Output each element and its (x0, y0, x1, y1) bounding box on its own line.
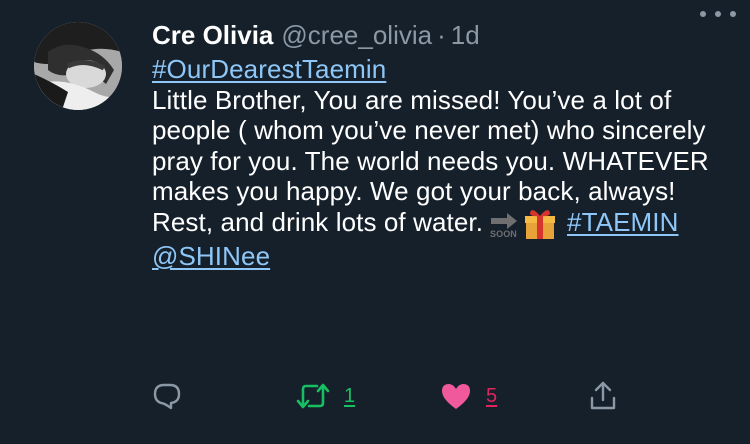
more-options-icon[interactable] (700, 4, 736, 24)
retweet-icon (296, 383, 330, 409)
share-icon (590, 381, 616, 410)
like-count[interactable]: 5 (486, 385, 497, 408)
like-button[interactable]: 5 (440, 378, 497, 414)
gift-emoji-icon (523, 207, 557, 241)
more-dot (700, 11, 706, 17)
retweet-count[interactable]: 1 (344, 385, 355, 408)
avatar[interactable] (34, 22, 122, 110)
reply-icon (153, 383, 181, 410)
display-name[interactable]: Cre Olivia (152, 18, 273, 52)
tweet-header: Cre Olivia @cree_olivia · 1d (152, 18, 732, 52)
mention-link-shinee[interactable]: @SHINee (152, 241, 270, 271)
svg-text:SOON: SOON (490, 229, 517, 239)
hashtag-link-taemin[interactable]: #TAEMIN (567, 207, 678, 237)
soon-arrow-emoji-icon: SOON (489, 209, 519, 239)
tweet-actions: 1 5 (0, 378, 750, 414)
more-dot (715, 11, 721, 17)
tweet-content: Cre Olivia @cree_olivia · 1d #OurDearest… (152, 18, 732, 271)
reply-button[interactable] (152, 378, 182, 414)
share-button[interactable] (588, 378, 618, 414)
tweet-timestamp[interactable]: 1d (451, 18, 480, 52)
heart-icon (442, 384, 470, 409)
tweet-text: #OurDearestTaemin Little Brother, You ar… (152, 54, 732, 271)
more-dot (730, 11, 736, 17)
tweet-card[interactable]: Cre Olivia @cree_olivia · 1d #OurDearest… (0, 0, 750, 444)
separator-dot: · (437, 20, 446, 50)
hashtag-link-ourdearesttaemin[interactable]: #OurDearestTaemin (152, 54, 386, 84)
retweet-button[interactable]: 1 (296, 378, 355, 414)
user-handle[interactable]: @cree_olivia (281, 18, 432, 52)
